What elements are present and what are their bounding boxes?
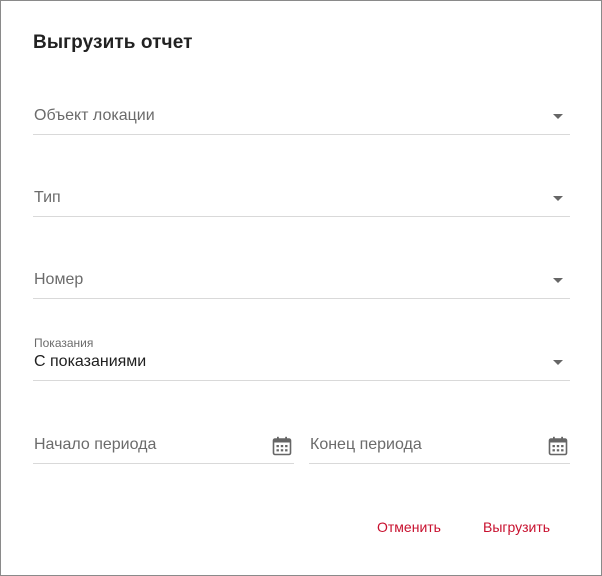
calendar-icon[interactable] bbox=[548, 436, 568, 456]
period-start-input[interactable]: Начало периода bbox=[33, 423, 294, 464]
export-report-dialog: Выгрузить отчет Объект локации Тип Номер… bbox=[0, 0, 602, 576]
number-select[interactable]: Номер bbox=[33, 258, 570, 299]
readings-value: С показаниями bbox=[34, 353, 147, 370]
type-select[interactable]: Тип bbox=[33, 176, 570, 217]
readings-select[interactable]: Показания С показаниями bbox=[33, 336, 570, 381]
chevron-down-icon bbox=[553, 114, 563, 119]
chevron-down-icon bbox=[553, 196, 563, 201]
calendar-icon[interactable] bbox=[272, 436, 292, 456]
type-placeholder: Тип bbox=[34, 189, 61, 206]
location-object-select[interactable]: Объект локации bbox=[33, 94, 570, 135]
chevron-down-icon bbox=[553, 278, 563, 283]
number-placeholder: Номер bbox=[34, 271, 84, 288]
dialog-title: Выгрузить отчет bbox=[33, 32, 193, 53]
export-button[interactable]: Выгрузить bbox=[475, 511, 558, 543]
location-object-placeholder: Объект локации bbox=[34, 107, 155, 124]
readings-label: Показания bbox=[34, 336, 94, 350]
period-start-placeholder: Начало периода bbox=[34, 436, 157, 453]
period-end-input[interactable]: Конец периода bbox=[309, 423, 570, 464]
chevron-down-icon bbox=[553, 360, 563, 365]
period-end-placeholder: Конец периода bbox=[310, 436, 422, 453]
cancel-button[interactable]: Отменить bbox=[369, 511, 449, 543]
